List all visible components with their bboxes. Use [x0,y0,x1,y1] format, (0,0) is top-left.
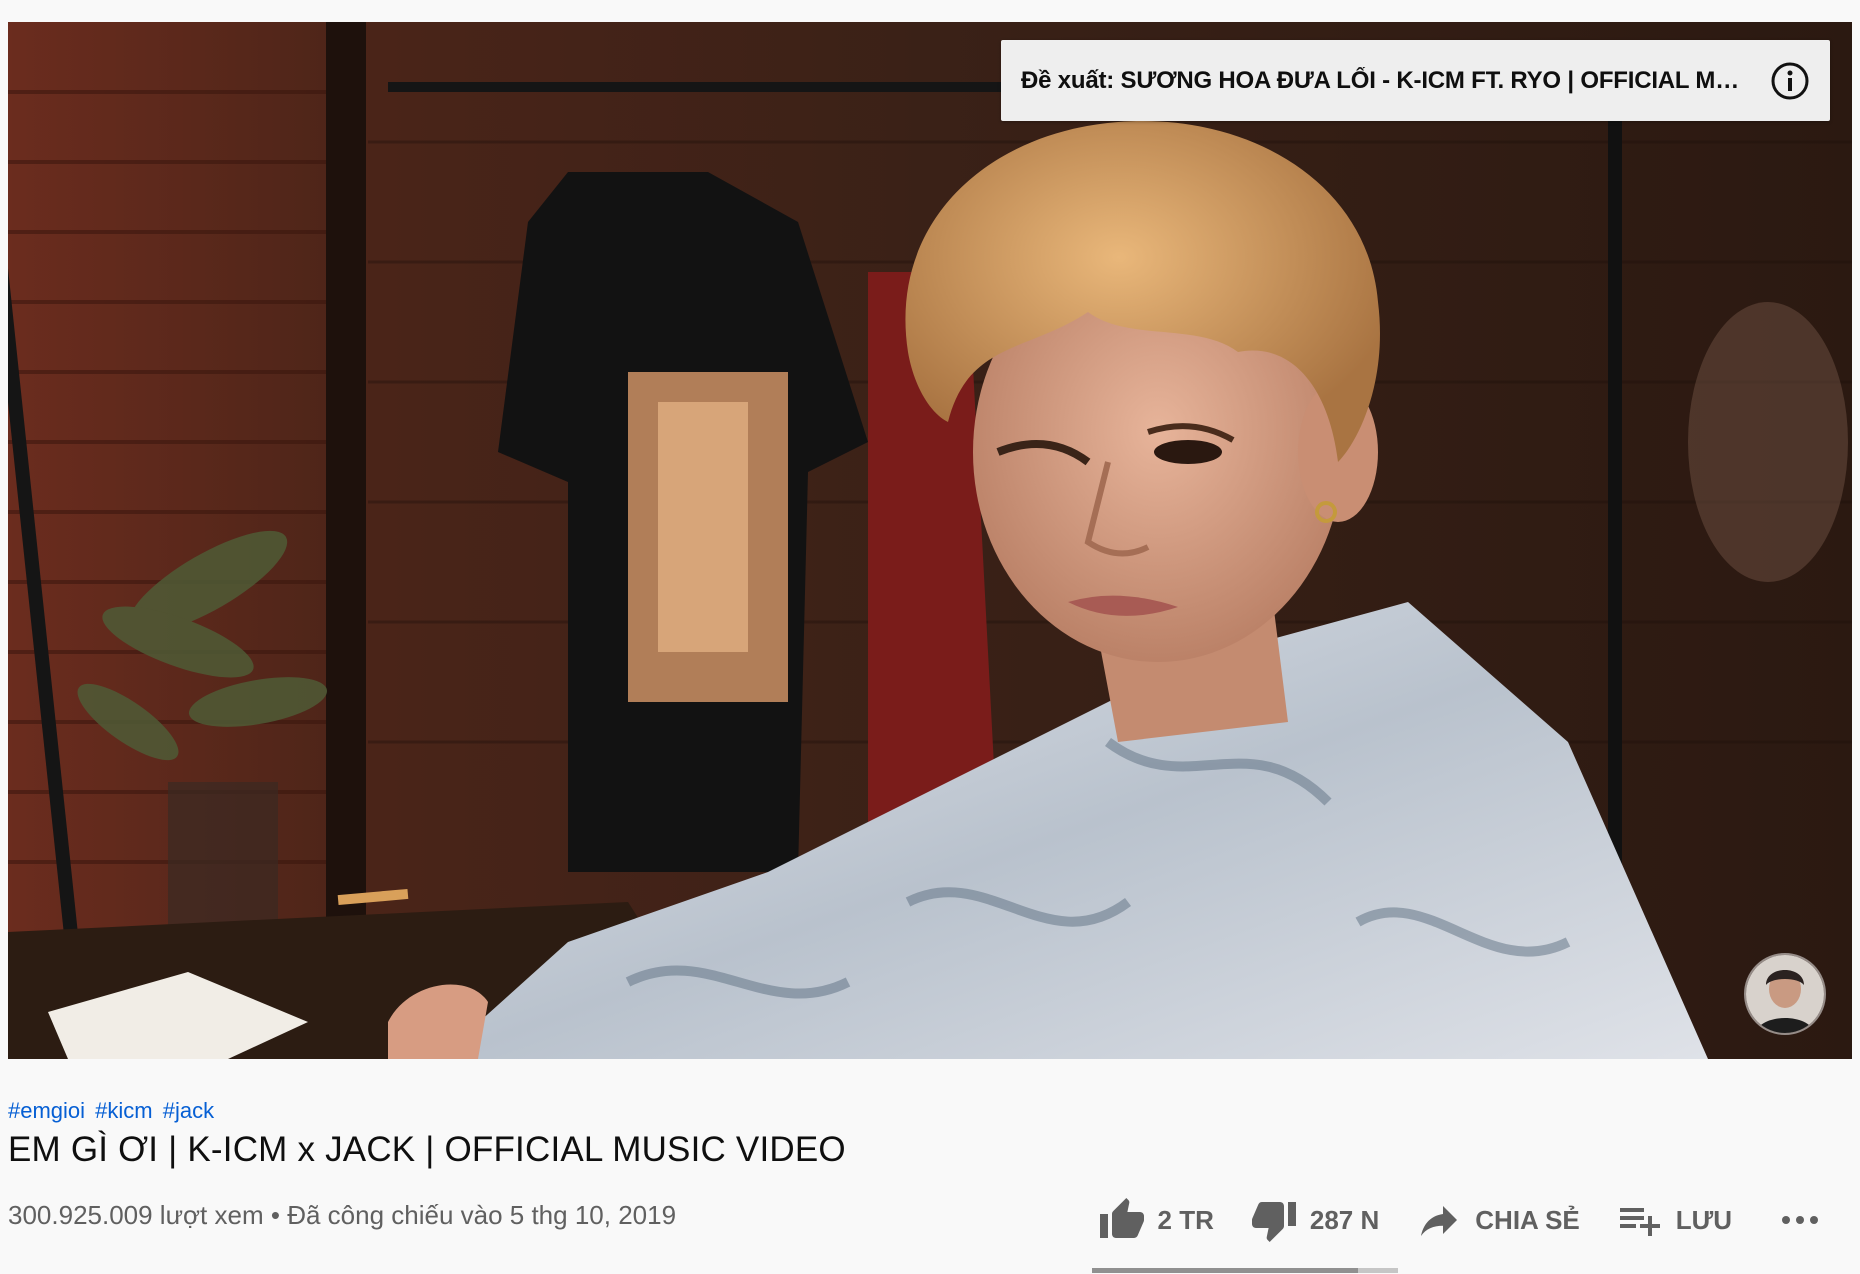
hashtag-link[interactable]: #emgioi [8,1098,85,1123]
hashtag-link[interactable]: #kicm [95,1098,152,1123]
like-ratio-fill [1092,1268,1359,1273]
like-dislike-ratio-bar [1092,1268,1398,1273]
like-button[interactable]: 2 TR [1098,1196,1214,1244]
premiere-date: Đã công chiếu vào 5 thg 10, 2019 [287,1200,677,1230]
view-count: 300.925.009 lượt xem [8,1200,264,1230]
save-label: LƯU [1675,1204,1732,1235]
thumbs-down-icon [1251,1202,1296,1242]
share-label: CHIA SẺ [1475,1204,1580,1235]
dislike-count: 287 N [1309,1204,1380,1235]
share-button[interactable]: CHIA SẺ [1415,1196,1580,1244]
like-count: 2 TR [1157,1204,1214,1235]
end-screen-suggestion[interactable]: Đề xuất: SƯƠNG HOA ĐƯA LỐI - K-ICM FT. R… [1001,40,1830,121]
suggestion-title[interactable]: Đề xuất: SƯƠNG HOA ĐƯA LỐI - K-ICM FT. R… [1021,67,1754,95]
save-button[interactable]: LƯU [1616,1196,1732,1244]
channel-avatar-icon [1746,955,1824,1033]
hashtag-list: #emgioi #kicm #jack [8,1098,218,1124]
playlist-add-icon [1619,1208,1660,1236]
more-horizontal-icon [1782,1216,1818,1224]
dislike-button[interactable]: 287 N [1250,1196,1379,1244]
hashtag-link[interactable]: #jack [163,1098,214,1123]
channel-watermark[interactable] [1744,953,1826,1035]
more-actions-button[interactable] [1776,1196,1836,1244]
video-frame[interactable] [8,22,1852,1059]
thumbs-up-icon [1099,1198,1144,1238]
video-player[interactable]: Đề xuất: SƯƠNG HOA ĐƯA LỐI - K-ICM FT. R… [8,22,1852,1059]
share-arrow-icon [1421,1206,1458,1236]
video-meta: 300.925.009 lượt xem • Đã công chiếu vào… [8,1200,676,1231]
video-actions: 2 TR 287 N CHIA SẺ LƯU [1098,1192,1836,1248]
meta-separator: • [270,1200,280,1230]
info-icon[interactable] [1770,61,1810,101]
video-title: EM GÌ ƠI | K-ICM x JACK | OFFICIAL MUSIC… [8,1130,846,1169]
